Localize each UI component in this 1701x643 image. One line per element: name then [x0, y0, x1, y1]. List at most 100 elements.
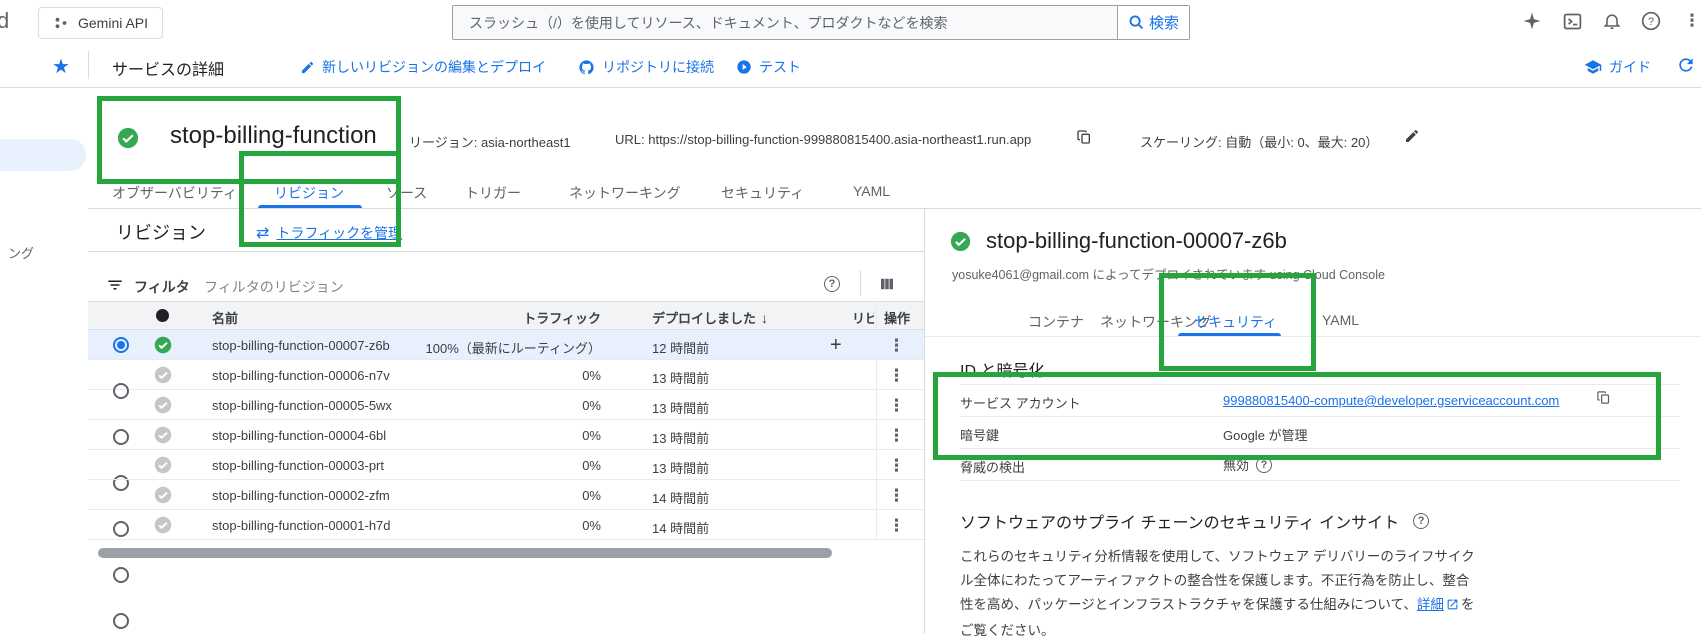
revision-radio[interactable]	[113, 613, 129, 629]
column-header-name[interactable]: 名前	[212, 308, 238, 327]
tab-triggers[interactable]: トリガー	[465, 183, 521, 203]
global-search: 検索	[452, 5, 1190, 40]
test-button[interactable]: テスト	[736, 57, 801, 77]
filter-label[interactable]: フィルタ	[134, 277, 190, 297]
revision-name: stop-billing-function-00003-prt	[212, 458, 384, 473]
revision-detail-title: stop-billing-function-00007-z6b	[986, 228, 1287, 253]
revision-name: stop-billing-function-00004-6bl	[212, 428, 387, 443]
revision-status-icon	[154, 456, 172, 477]
revision-traffic: 0%	[582, 428, 601, 443]
row-actions-menu-icon[interactable]: ⋮	[888, 396, 905, 416]
revision-deployed: 14 時間前	[652, 521, 710, 536]
revision-deployed: 13 時間前	[652, 401, 710, 416]
tab-networking[interactable]: ネットワーキング	[569, 183, 681, 203]
help-icon[interactable]: ?	[1640, 10, 1662, 32]
copy-service-account-icon[interactable]	[1596, 390, 1611, 408]
service-account-link[interactable]: 999880815400-compute@developer.gservicea…	[1223, 393, 1559, 408]
sidebar-item-fragment[interactable]: ング	[8, 243, 34, 262]
revision-status-icon	[154, 366, 172, 387]
play-circle-icon	[737, 60, 751, 74]
search-button[interactable]: 検索	[1117, 6, 1189, 39]
edit-deploy-revision-button[interactable]: 新しいリビジョンの編集とデプロイ	[300, 57, 546, 77]
row-actions-menu-icon[interactable]: ⋮	[888, 426, 905, 446]
threat-help-icon[interactable]: ?	[1256, 456, 1273, 473]
add-tag-plus-icon[interactable]: +	[830, 334, 842, 357]
tab-observability[interactable]: オブザーバビリティ	[112, 183, 237, 203]
threat-detection-value: 無効	[1223, 458, 1250, 473]
service-action-bar: ★ サービスの詳細 新しいリビジョンの編集とデプロイ リポジトリに接続 テスト …	[0, 43, 1701, 88]
external-link-icon	[1446, 595, 1459, 619]
page-title: サービスの詳細	[112, 62, 225, 79]
service-status-icon	[117, 127, 139, 152]
column-header-revision[interactable]: リビ	[852, 308, 874, 327]
github-icon	[579, 59, 594, 74]
supply-chain-heading: ソフトウェアのサプライ チェーンのセキュリティ インサイト	[960, 515, 1400, 532]
sort-desc-icon: ↓	[761, 309, 769, 326]
search-button-label: 検索	[1148, 15, 1179, 32]
more-options-icon[interactable]: ⋮	[1681, 10, 1701, 32]
tab-yaml[interactable]: YAML	[853, 183, 890, 199]
manage-traffic-link[interactable]: ⇄ トラフィックを管理	[256, 223, 402, 243]
column-header-actions: 操作	[884, 311, 911, 326]
search-input[interactable]	[453, 6, 1117, 39]
project-picker-button[interactable]: Gemini API	[38, 7, 164, 39]
row-actions-menu-icon[interactable]: ⋮	[888, 486, 905, 506]
cloud-run-service-details-page: { "colors": { "accent": "#1a73e8", "succ…	[0, 0, 1701, 638]
copy-url-icon[interactable]	[1076, 129, 1092, 148]
tab-revisions[interactable]: リビジョン	[274, 183, 344, 203]
refresh-icon[interactable]	[1676, 55, 1696, 78]
horizontal-scrollbar[interactable]	[98, 548, 832, 558]
revision-traffic: 100%（最新にルーティング）	[425, 341, 601, 356]
filter-help-icon[interactable]: ?	[824, 275, 840, 292]
traffic-arrows-icon: ⇄	[256, 225, 270, 242]
cloud-shell-icon[interactable]	[1561, 10, 1583, 32]
threat-detection-label: 脅威の検出	[960, 460, 1026, 475]
deployed-by-text: yosuke4061@gmail.com によってデプロイされています usin…	[952, 268, 1385, 282]
gemini-sparkle-icon[interactable]	[1521, 10, 1543, 32]
active-tab-underline	[258, 205, 362, 208]
guide-button[interactable]: ガイド	[1584, 57, 1651, 77]
column-header-traffic[interactable]: トラフィック	[380, 308, 601, 327]
filter-input-placeholder[interactable]: フィルタのリビジョン	[204, 277, 344, 297]
supply-chain-learn-more-link[interactable]: 詳細	[1417, 597, 1444, 612]
service-url: URL: https://stop-billing-function-99988…	[615, 132, 1032, 147]
tab-source[interactable]: ソース	[386, 183, 427, 203]
edit-scaling-pencil-icon[interactable]	[1404, 128, 1420, 147]
supply-chain-help-icon[interactable]: ?	[1413, 513, 1430, 529]
detail-tab-security[interactable]: セキュリティ	[1194, 312, 1277, 332]
cloud-logo-fragment: d	[0, 8, 10, 33]
manage-traffic-label: トラフィックを管理	[276, 225, 403, 241]
favorite-star-icon[interactable]: ★	[52, 54, 70, 79]
revision-deployed: 14 時間前	[652, 491, 710, 506]
test-label: テスト	[759, 59, 801, 75]
top-bar: d Gemini API 検索 ? ⋮	[0, 0, 1701, 44]
revision-radio[interactable]	[113, 567, 129, 583]
revision-name: stop-billing-function-00007-z6b	[212, 338, 390, 353]
project-picker-icon	[55, 17, 67, 29]
row-actions-menu-icon[interactable]: ⋮	[888, 336, 905, 356]
column-header-deployed[interactable]: デプロイしました ↓	[652, 308, 768, 327]
edit-deploy-label: 新しいリビジョンの編集とデプロイ	[322, 59, 546, 75]
detail-tab-yaml[interactable]: YAML	[1322, 312, 1359, 328]
row-actions-menu-icon[interactable]: ⋮	[888, 456, 905, 476]
svg-text:?: ?	[1648, 16, 1654, 28]
deployed-header-label: デプロイしました	[652, 311, 757, 326]
revision-deployed: 13 時間前	[652, 371, 710, 386]
revision-name: stop-billing-function-00002-zfm	[212, 488, 390, 503]
encryption-key-value: Google が管理	[1223, 428, 1308, 443]
sidebar-selected-item[interactable]	[0, 139, 86, 171]
revisions-heading: リビジョン	[116, 223, 206, 243]
detail-active-tab-underline	[1178, 333, 1281, 336]
revision-traffic: 0%	[582, 488, 601, 503]
column-display-icon[interactable]	[878, 275, 896, 296]
tab-security[interactable]: セキュリティ	[721, 183, 804, 203]
revision-radio[interactable]	[113, 337, 129, 353]
notifications-bell-icon[interactable]	[1601, 10, 1623, 32]
status-column-icon	[156, 309, 169, 322]
supply-chain-description: これらのセキュリティ分析情報を使用して、ソフトウェア デリバリーのライフサイクル…	[960, 545, 1480, 643]
row-actions-menu-icon[interactable]: ⋮	[888, 366, 905, 386]
revision-traffic: 0%	[582, 518, 601, 533]
connect-repo-button[interactable]: リポジトリに接続	[578, 57, 714, 77]
row-actions-menu-icon[interactable]: ⋮	[888, 516, 905, 536]
detail-tab-container[interactable]: コンテナ	[1028, 312, 1084, 332]
